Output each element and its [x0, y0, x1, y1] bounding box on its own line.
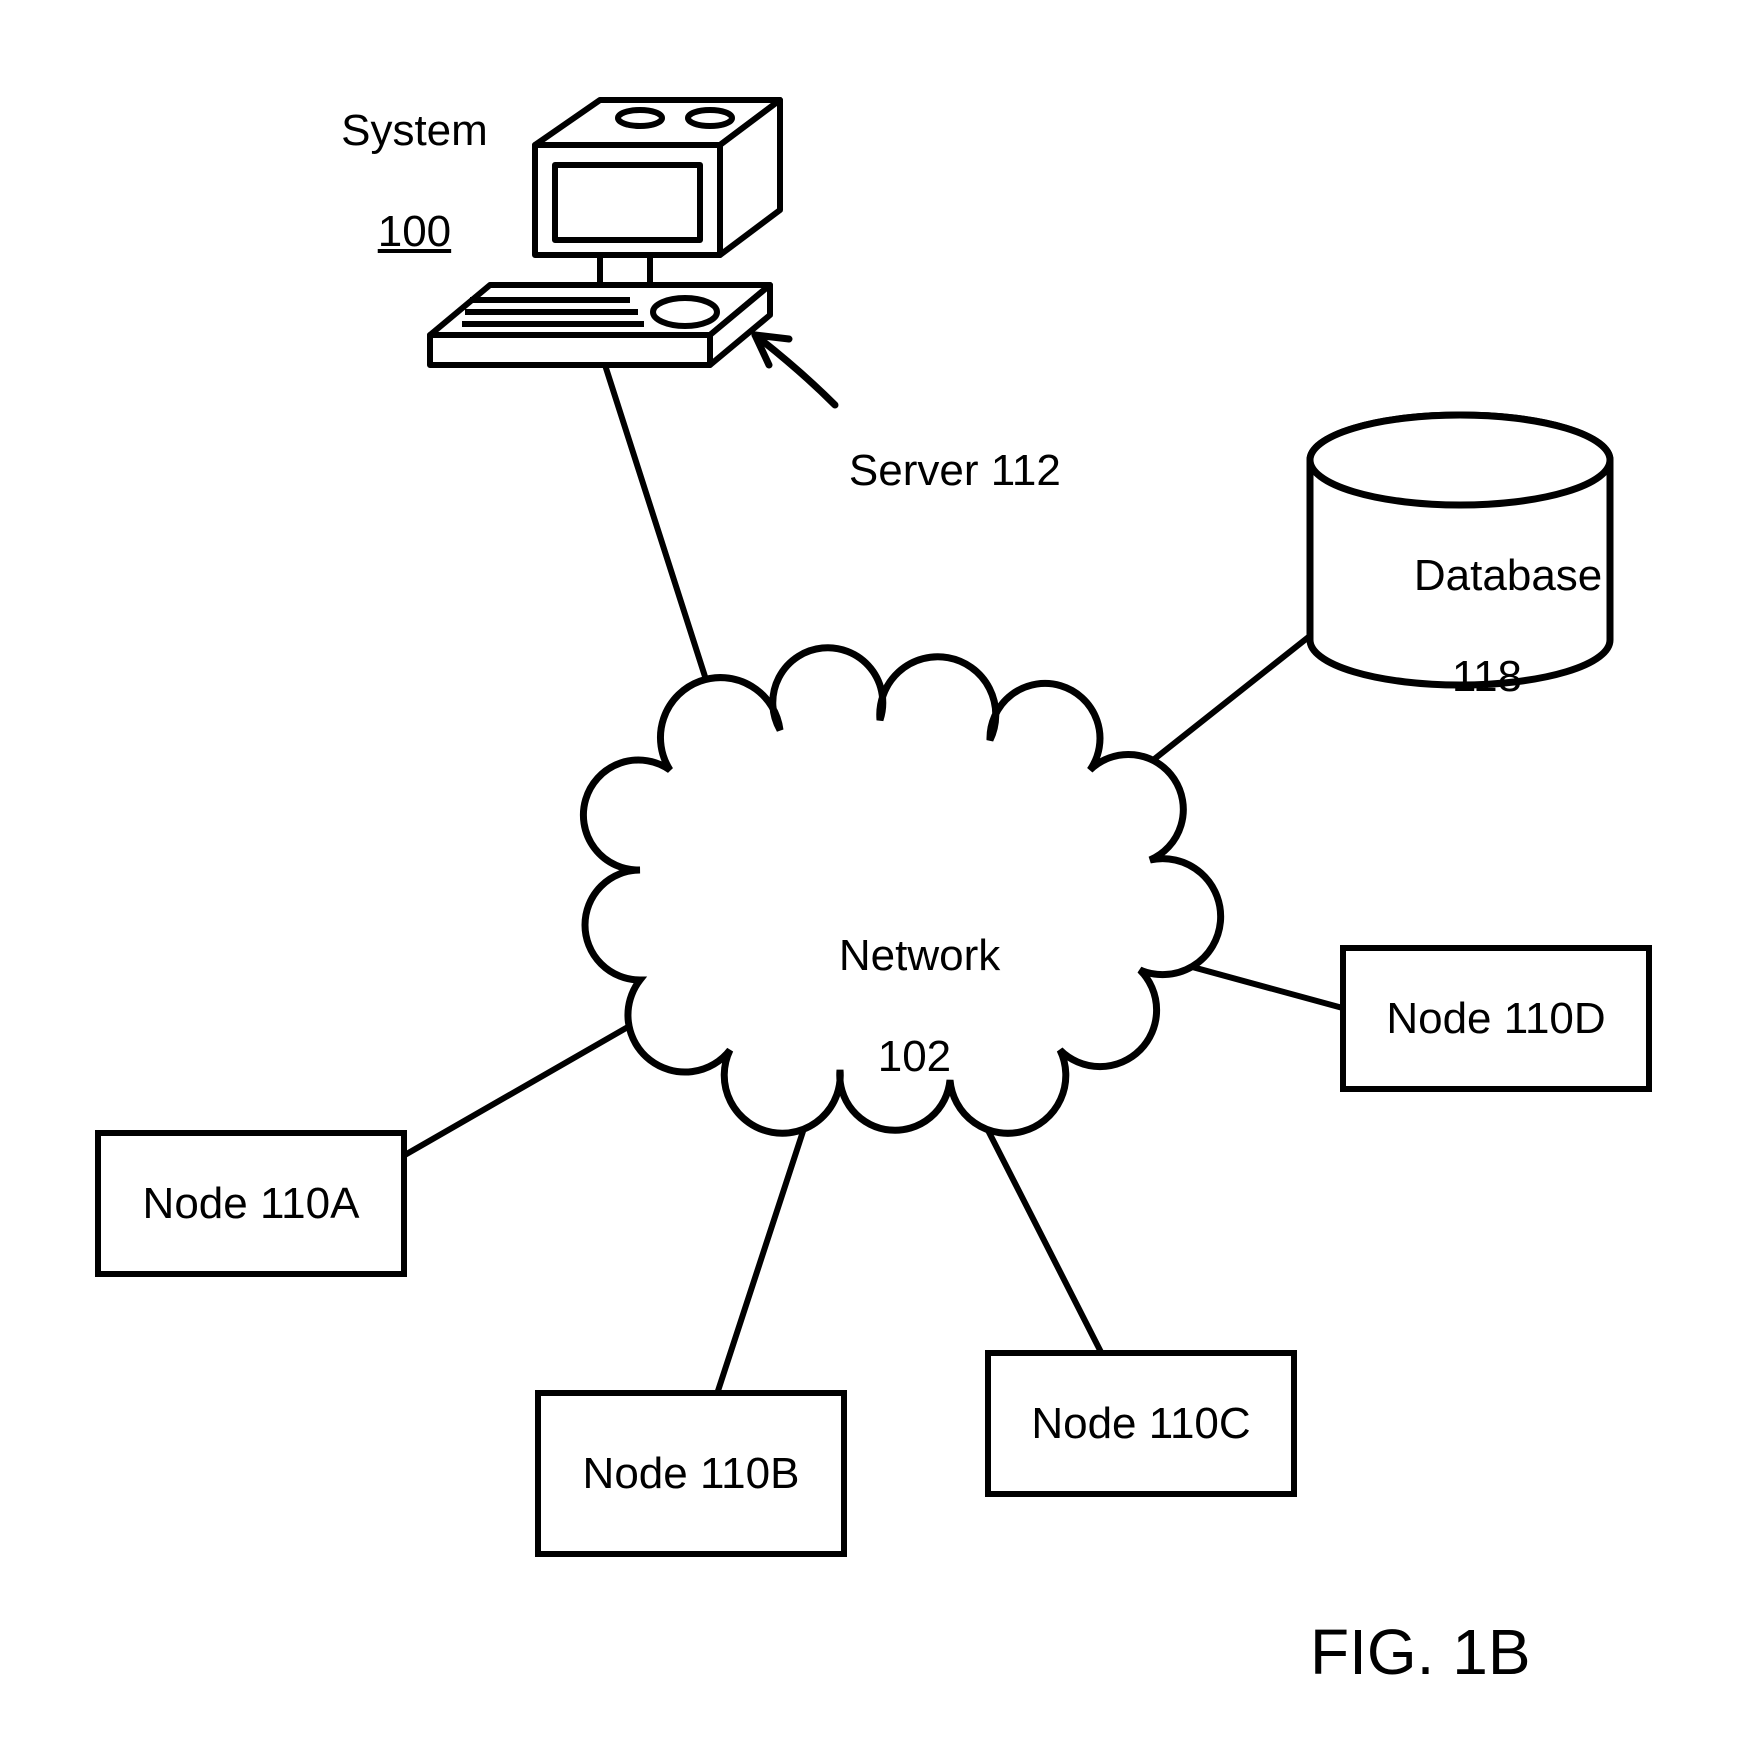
diagram-canvas: Node 110A Node 110B Node 110C Node 110D … — [0, 0, 1761, 1746]
node-d-box: Node 110D — [1340, 945, 1652, 1092]
node-c-box: Node 110C — [985, 1350, 1297, 1497]
node-b-box: Node 110B — [535, 1390, 847, 1557]
server-shape — [0, 0, 1761, 1746]
node-d-label: Node 110D — [1386, 994, 1605, 1044]
title-line1: System — [341, 106, 488, 155]
figure-label: FIG. 1B — [1310, 1615, 1531, 1689]
node-a-label: Node 110A — [143, 1179, 360, 1229]
node-a-box: Node 110A — [95, 1130, 407, 1277]
database-label: Database 118 — [1365, 500, 1560, 753]
node-c-label: Node 110C — [1031, 1399, 1250, 1449]
title-line2: 100 — [378, 207, 451, 256]
network-label: Network 102 — [790, 880, 990, 1133]
node-b-label: Node 110B — [583, 1449, 800, 1499]
title-label: System 100 — [280, 55, 500, 308]
server-label: Server 112 — [800, 395, 1061, 547]
